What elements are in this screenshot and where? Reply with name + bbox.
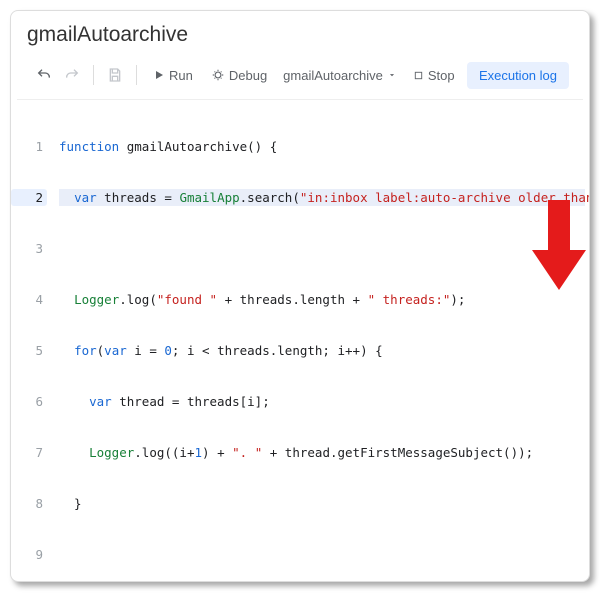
- redo-icon: [64, 67, 80, 83]
- function-selector[interactable]: gmailAutoarchive: [277, 68, 403, 83]
- line-number: 8: [11, 495, 47, 512]
- undo-button[interactable]: [31, 62, 57, 88]
- stop-label: Stop: [428, 68, 455, 83]
- editor-card: gmailAutoarchive Run Debug gmailAutoarch…: [10, 10, 590, 582]
- debug-label: Debug: [229, 68, 267, 83]
- undo-icon: [36, 67, 52, 83]
- line-number: 1: [11, 138, 47, 155]
- stop-button[interactable]: Stop: [405, 61, 463, 89]
- stop-icon: [413, 70, 424, 81]
- function-selector-label: gmailAutoarchive: [283, 68, 383, 83]
- toolbar: Run Debug gmailAutoarchive Stop Executio…: [17, 55, 583, 100]
- line-number: 4: [11, 291, 47, 308]
- line-number: 6: [11, 393, 47, 410]
- save-icon: [107, 67, 123, 83]
- code-content[interactable]: function gmailAutoarchive() { var thread…: [59, 104, 589, 582]
- line-number: 2: [11, 189, 47, 206]
- play-icon: [153, 69, 165, 81]
- run-label: Run: [169, 68, 193, 83]
- save-button[interactable]: [102, 62, 128, 88]
- toolbar-separator: [93, 65, 94, 85]
- line-gutter: 1 2 3 4 5 6 7 8 9 10 11 12: [11, 104, 59, 582]
- line-number: 3: [11, 240, 47, 257]
- code-editor[interactable]: 1 2 3 4 5 6 7 8 9 10 11 12 function gmai…: [11, 100, 589, 582]
- line-number: 5: [11, 342, 47, 359]
- line-number: 7: [11, 444, 47, 461]
- execution-log-button[interactable]: Execution log: [467, 62, 569, 89]
- line-number: 9: [11, 546, 47, 563]
- chevron-down-icon: [387, 70, 397, 80]
- debug-icon: [211, 68, 225, 82]
- run-button[interactable]: Run: [145, 61, 201, 89]
- title-bar: gmailAutoarchive: [11, 11, 589, 55]
- project-title: gmailAutoarchive: [27, 23, 573, 47]
- redo-button[interactable]: [59, 62, 85, 88]
- toolbar-separator: [136, 65, 137, 85]
- debug-button[interactable]: Debug: [203, 61, 275, 89]
